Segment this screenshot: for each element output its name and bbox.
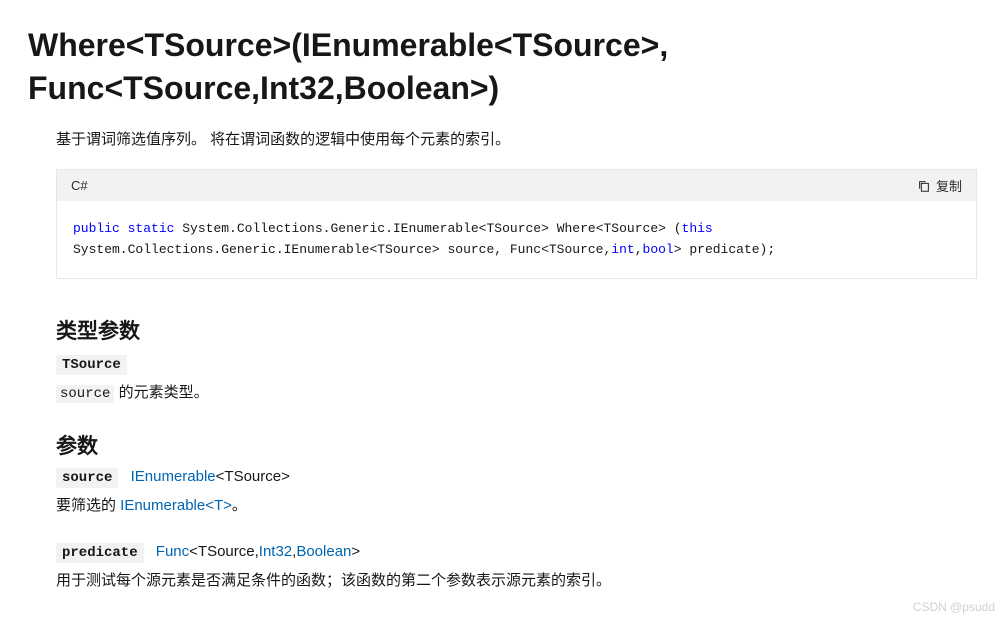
inline-code-source: source (56, 385, 114, 403)
param-predicate-type-link[interactable]: Func (156, 543, 189, 560)
watermark: CSDN @psudd (913, 600, 995, 614)
code-body[interactable]: public static System.Collections.Generic… (57, 201, 976, 277)
type-param-desc: source 的元素类型。 (56, 381, 977, 402)
content-area: 基于谓词筛选值序列。 将在谓词函数的逻辑中使用每个元素的索引。 C# 复制 pu… (28, 128, 977, 589)
keyword-int: int (611, 242, 634, 257)
code-block: C# 复制 public static System.Collections.G… (56, 169, 977, 278)
param-predicate-name: predicate (56, 543, 144, 563)
keyword-this: this (682, 221, 713, 236)
param-source-desc-link[interactable]: IEnumerable<T> (120, 497, 232, 514)
copy-label: 复制 (936, 176, 962, 195)
param-source-desc-post: 。 (232, 497, 247, 514)
type-param-desc-post: 的元素类型。 (114, 384, 208, 401)
param-predicate-generic-post: > (351, 543, 360, 560)
param-predicate-generic-pre: <TSource, (189, 543, 259, 560)
param-source-name: source (56, 468, 118, 488)
keyword-static: static (128, 221, 175, 236)
type-param-name: TSource (56, 355, 127, 375)
param-source-row: source IEnumerable<TSource> (56, 468, 977, 488)
param-predicate-row: predicate Func<TSource,Int32,Boolean> (56, 543, 977, 563)
keyword-public: public (73, 221, 120, 236)
param-predicate-generic-link1[interactable]: Int32 (259, 543, 292, 560)
page-title: Where<TSource>(IEnumerable<TSource>, Fun… (28, 24, 977, 110)
param-source-desc-pre: 要筛选的 (56, 497, 120, 514)
code-seg4: > predicate); (674, 242, 775, 257)
method-description: 基于谓词筛选值序列。 将在谓词函数的逻辑中使用每个元素的索引。 (56, 128, 977, 149)
param-source-desc: 要筛选的 IEnumerable<T>。 (56, 494, 977, 515)
keyword-bool: bool (643, 242, 674, 257)
type-params-heading: 类型参数 (56, 315, 977, 345)
param-source-type-generic: <TSource> (216, 468, 290, 485)
param-predicate-desc: 用于测试每个源元素是否满足条件的函数；该函数的第二个参数表示源元素的索引。 (56, 569, 977, 590)
code-header: C# 复制 (57, 170, 976, 201)
code-lang-label: C# (71, 178, 88, 193)
copy-icon (917, 179, 931, 193)
params-heading: 参数 (56, 430, 977, 460)
code-seg1: System.Collections.Generic.IEnumerable<T… (174, 221, 681, 236)
param-source-type-link[interactable]: IEnumerable (131, 468, 216, 485)
code-seg3: , (635, 242, 643, 257)
param-predicate-generic-link2[interactable]: Boolean (296, 543, 351, 560)
copy-button[interactable]: 复制 (917, 176, 962, 195)
